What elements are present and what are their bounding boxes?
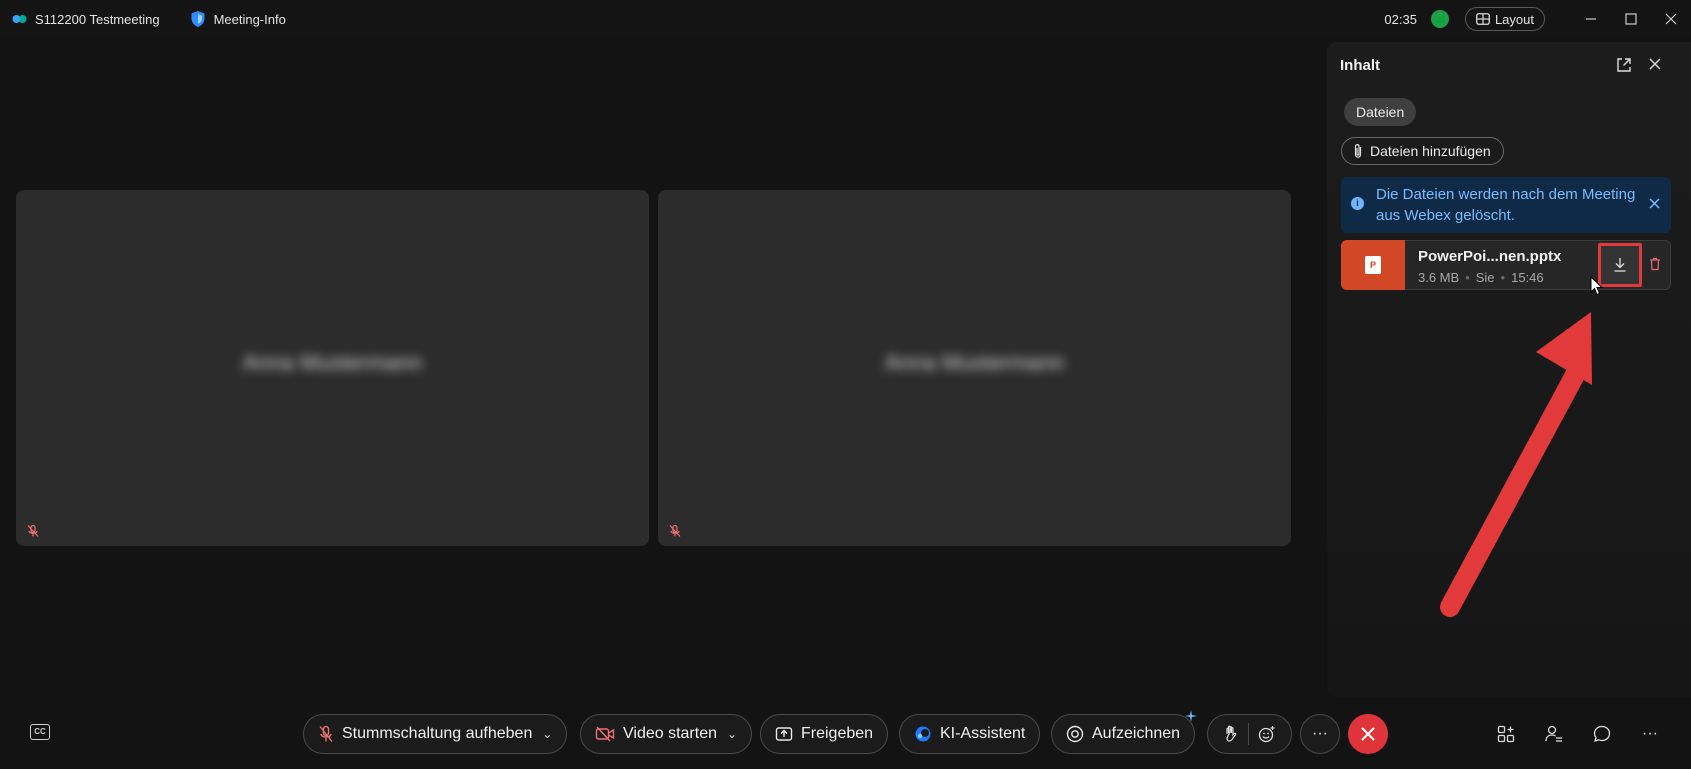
chat-button[interactable] — [1590, 722, 1614, 746]
ai-assistant-label: KI-Assistent — [940, 725, 1026, 742]
grid-icon — [1476, 13, 1490, 25]
file-name: PowerPoi...nen.pptx — [1418, 248, 1562, 265]
shield-icon — [191, 11, 205, 27]
maximize-button[interactable] — [1611, 0, 1651, 38]
participant-name: Anna Mustermann — [242, 350, 423, 375]
download-icon — [1614, 258, 1626, 272]
video-tile[interactable]: Anna Mustermann — [658, 190, 1291, 546]
emoji-reaction-icon[interactable] — [1258, 725, 1276, 743]
participants-icon — [1545, 725, 1562, 742]
title-bar: S112200 Testmeeting Meeting-Info 02:35 L… — [0, 0, 1691, 38]
chevron-down-icon[interactable]: ⌄ — [542, 727, 552, 741]
document-icon: P — [1365, 256, 1381, 274]
file-owner: Sie — [1475, 270, 1495, 285]
meta-separator: • — [1465, 270, 1470, 285]
close-window-button[interactable] — [1651, 0, 1691, 38]
add-files-label: Dateien hinzufügen — [1370, 143, 1491, 159]
ai-assistant-icon — [915, 726, 931, 742]
dismiss-info-button[interactable] — [1645, 195, 1663, 213]
file-meta: 3.6 MB • Sie • 15:46 — [1418, 270, 1544, 285]
layout-label: Layout — [1494, 11, 1534, 27]
connection-signal-icon[interactable] — [1430, 10, 1449, 28]
maximize-icon — [1625, 13, 1637, 25]
delete-file-button[interactable] — [1644, 253, 1666, 275]
more-options-button[interactable]: ··· — [1300, 714, 1340, 754]
meeting-controls: CC Stummschaltung aufheben ⌄ Video start… — [0, 710, 1691, 759]
webex-logo-icon — [12, 15, 27, 23]
close-icon — [1665, 13, 1677, 25]
share-screen-icon — [775, 727, 793, 741]
paperclip-icon — [1354, 143, 1362, 158]
video-tile[interactable]: Anna Mustermann — [16, 190, 649, 546]
muted-mic-icon — [319, 725, 333, 742]
layout-button[interactable]: Layout — [1464, 7, 1545, 31]
closed-captions-button[interactable]: CC — [30, 724, 50, 740]
raise-hand-icon[interactable] — [1223, 725, 1239, 743]
chat-icon — [1593, 725, 1611, 742]
meeting-info-link[interactable]: Meeting-Info — [214, 12, 286, 27]
file-item[interactable]: P PowerPoi...nen.pptx 3.6 MB • Sie • 15:… — [1341, 240, 1671, 290]
sparkle-icon — [1185, 710, 1197, 722]
leave-meeting-button[interactable] — [1348, 714, 1388, 754]
apps-button[interactable] — [1494, 722, 1518, 746]
divider — [1247, 723, 1249, 745]
meta-separator: • — [1500, 270, 1506, 285]
minimize-icon — [1586, 18, 1596, 20]
record-label: Aufzeichnen — [1092, 725, 1181, 742]
add-files-button[interactable]: Dateien hinzufügen — [1341, 137, 1504, 165]
tab-files[interactable]: Dateien — [1344, 98, 1417, 126]
file-size: 3.6 MB — [1418, 270, 1460, 285]
trash-icon — [1650, 257, 1660, 271]
info-banner: i Die Dateien werden nach dem Meeting au… — [1341, 177, 1671, 233]
title-bar-right: 02:35 Layout — [1384, 0, 1691, 38]
share-label: Freigeben — [801, 725, 874, 742]
unmute-label: Stummschaltung aufheben — [342, 725, 533, 742]
reactions-group — [1207, 714, 1292, 754]
close-icon — [1361, 727, 1375, 741]
mouse-cursor-icon — [1590, 276, 1604, 296]
muted-mic-icon — [27, 524, 39, 537]
more-panel-options-button[interactable]: ··· — [1638, 722, 1662, 746]
close-icon — [1648, 198, 1660, 209]
info-icon: i — [1351, 197, 1364, 210]
participants-button[interactable] — [1542, 722, 1566, 746]
muted-mic-icon — [669, 524, 681, 537]
ai-assistant-button[interactable]: KI-Assistent — [899, 714, 1041, 754]
info-message: Die Dateien werden nach dem Meeting aus … — [1376, 186, 1636, 224]
panel-title: Inhalt — [1340, 57, 1380, 74]
meeting-name[interactable]: S112200 Testmeeting — [35, 12, 160, 27]
record-icon — [1066, 725, 1084, 743]
meeting-clock: 02:35 — [1384, 11, 1417, 27]
participant-name: Anna Mustermann — [884, 350, 1065, 375]
chevron-down-icon[interactable]: ⌄ — [727, 727, 737, 741]
start-video-label: Video starten — [623, 725, 717, 742]
record-button[interactable]: Aufzeichnen — [1051, 714, 1196, 754]
content-panel: Inhalt Dateien Dateien hinzufügen i Die … — [1327, 42, 1691, 697]
close-panel-button[interactable] — [1645, 54, 1665, 74]
apps-icon — [1497, 725, 1515, 743]
powerpoint-file-icon: P — [1341, 240, 1405, 290]
close-icon — [1649, 58, 1661, 70]
unmute-button[interactable]: Stummschaltung aufheben ⌄ — [303, 714, 568, 754]
video-off-icon — [595, 726, 615, 742]
minimize-button[interactable] — [1571, 0, 1611, 38]
title-bar-left: S112200 Testmeeting Meeting-Info — [12, 0, 286, 38]
start-video-button[interactable]: Video starten ⌄ — [580, 714, 753, 754]
file-time: 15:46 — [1511, 270, 1544, 285]
download-button[interactable] — [1598, 243, 1642, 287]
popout-icon[interactable] — [1615, 56, 1633, 74]
share-button[interactable]: Freigeben — [760, 714, 889, 754]
